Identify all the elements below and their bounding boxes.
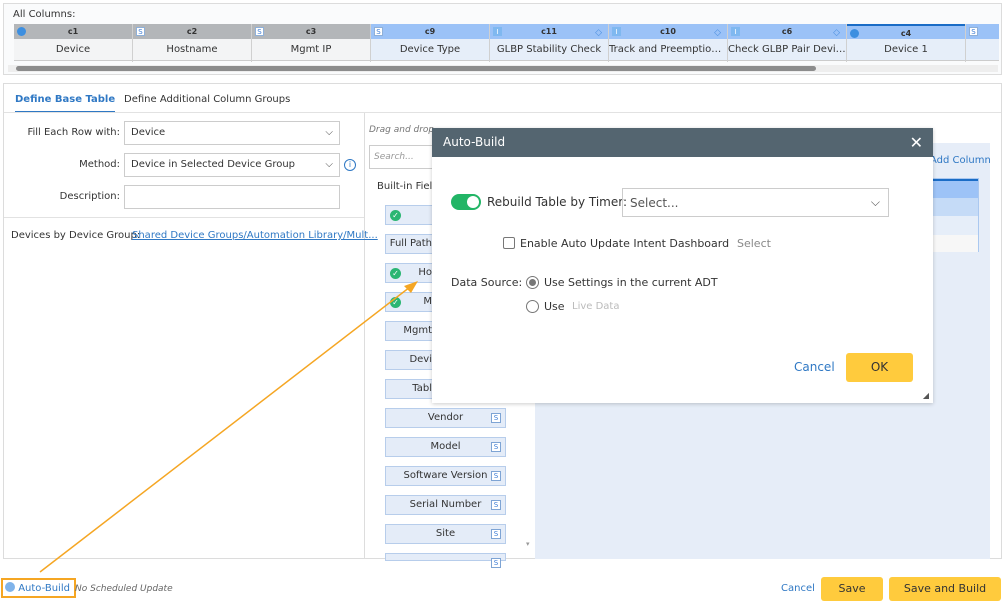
save-and-build-button[interactable]: Save and Build (889, 577, 1001, 601)
schedule-status: No Scheduled Update (75, 584, 173, 594)
auto-build-button[interactable]: Auto-Build (1, 578, 76, 598)
auto-build-label: Auto-Build (18, 583, 70, 594)
cancel-button[interactable]: Cancel (781, 583, 815, 594)
clock-icon (5, 582, 15, 592)
save-button[interactable]: Save (821, 577, 883, 601)
annotation-arrow (39, 281, 418, 573)
